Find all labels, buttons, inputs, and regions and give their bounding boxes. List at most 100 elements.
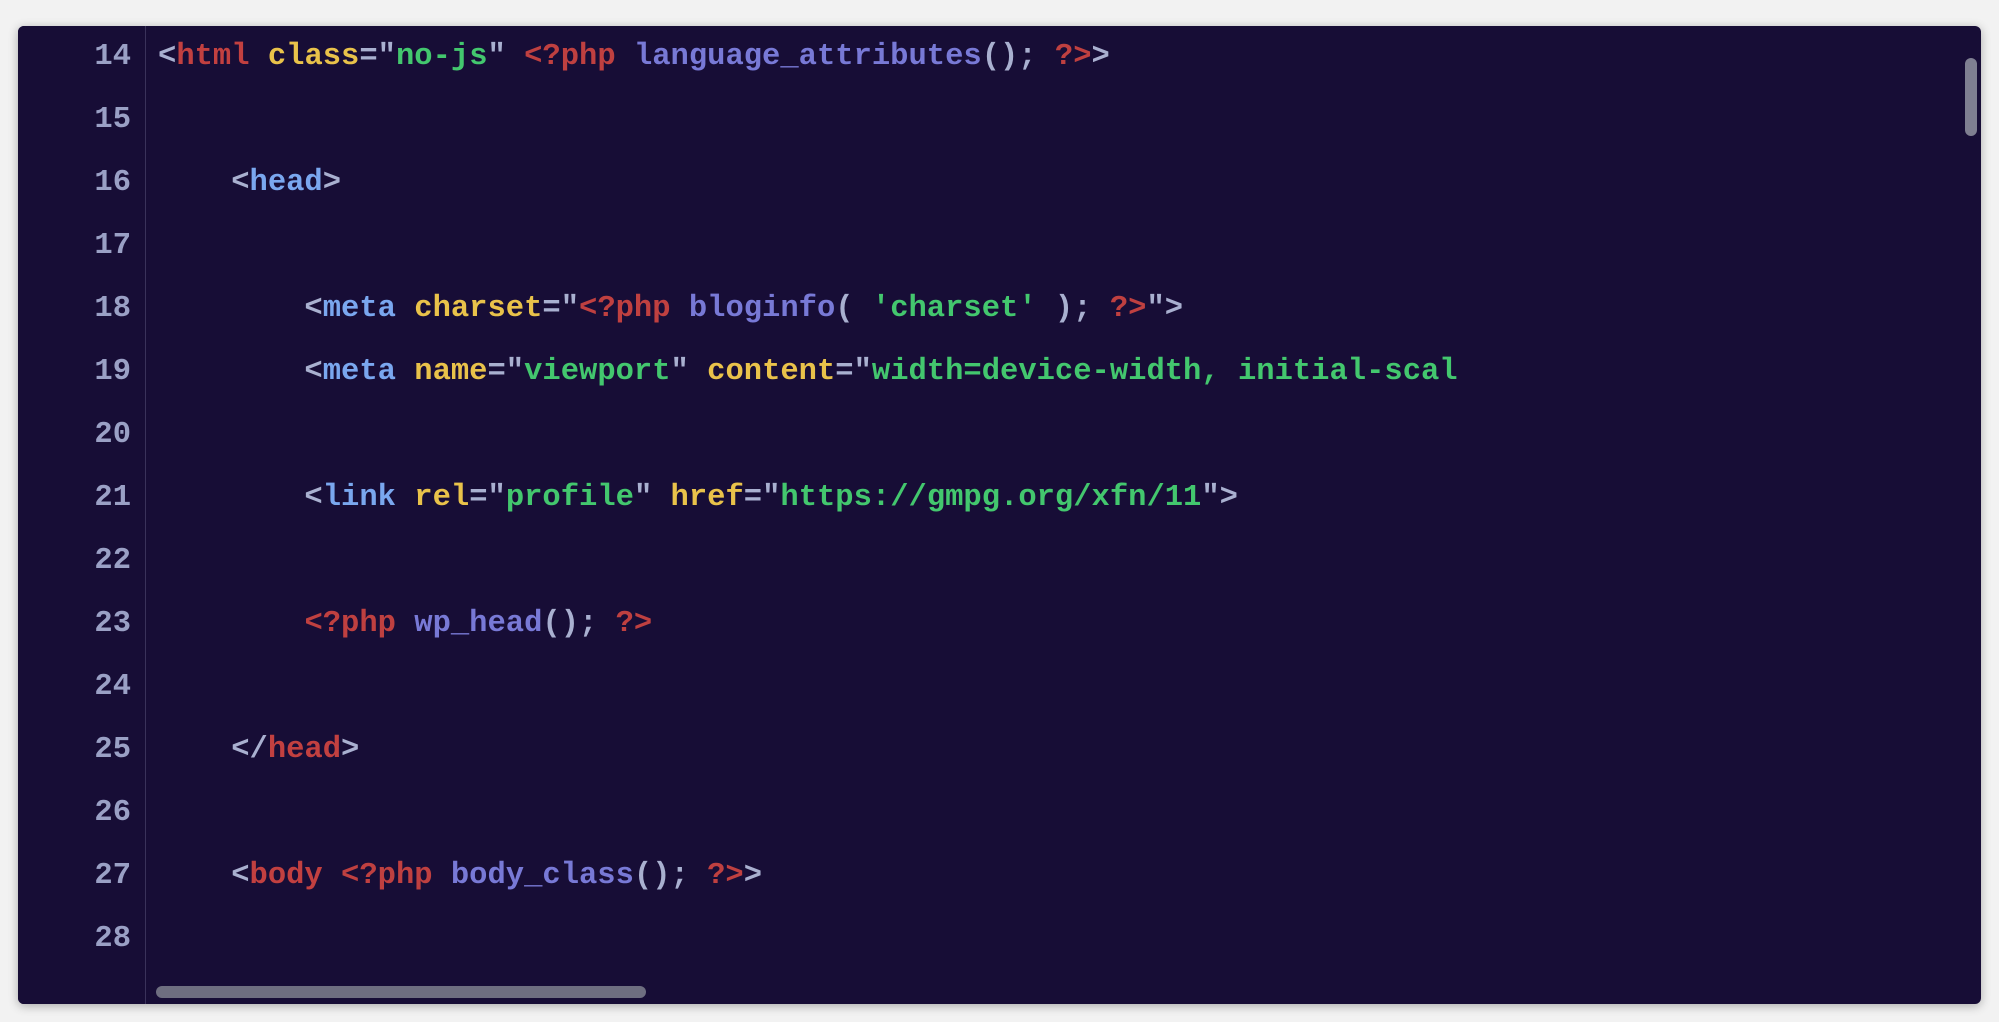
line-number: 20: [18, 404, 131, 467]
vertical-scrollbar[interactable]: [1963, 26, 1979, 1004]
line-number: 17: [18, 215, 131, 278]
token-attr: charset: [414, 292, 542, 326]
editor-frame: 141516171819202122232425262728 <html cla…: [18, 26, 1981, 1004]
line-number: 22: [18, 530, 131, 593]
token-punct: >: [341, 733, 359, 767]
code-line[interactable]: <meta name="viewport" content="width=dev…: [158, 341, 1981, 404]
code-editor[interactable]: 141516171819202122232425262728 <html cla…: [18, 26, 1981, 1004]
token-punct: <: [158, 166, 250, 200]
token-fn: wp_head: [414, 607, 542, 641]
line-number: 26: [18, 782, 131, 845]
code-line[interactable]: [158, 215, 1981, 278]
token-punct: =: [542, 292, 560, 326]
token-str: https://gmpg.org/xfn/11: [780, 481, 1201, 515]
token-php: ?>: [689, 859, 744, 893]
token-punct: <: [158, 859, 250, 893]
line-number: 24: [18, 656, 131, 719]
token-punct: ();: [542, 607, 597, 641]
token-php: <?php: [524, 40, 634, 74]
token-fn: language_attributes: [634, 40, 982, 74]
line-number: 16: [18, 152, 131, 215]
token-punct: ": [1146, 292, 1164, 326]
token-punct: =: [469, 481, 487, 515]
token-punct: =: [359, 40, 377, 74]
token-punct: >: [323, 166, 341, 200]
token-punct: ": [506, 355, 524, 389]
code-line[interactable]: [158, 656, 1981, 719]
token-punct: </: [158, 733, 268, 767]
token-punct: >: [1220, 481, 1238, 515]
line-number: 27: [18, 845, 131, 908]
token-punct: ": [1201, 481, 1219, 515]
token-punct: [323, 859, 341, 893]
line-number: 28: [18, 908, 131, 971]
token-attr: name: [414, 355, 487, 389]
line-number: 15: [18, 89, 131, 152]
code-line[interactable]: [158, 908, 1981, 971]
token-punct: <: [158, 292, 323, 326]
token-punct: ();: [634, 859, 689, 893]
line-number: 14: [18, 26, 131, 89]
token-str: 'charset': [872, 292, 1037, 326]
code-line[interactable]: <body <?php body_class(); ?>>: [158, 845, 1981, 908]
token-php: ?>: [1092, 292, 1147, 326]
token-fn: bloginfo: [689, 292, 835, 326]
vertical-scrollbar-thumb[interactable]: [1965, 58, 1977, 136]
token-punct: ": [488, 40, 525, 74]
line-number: 19: [18, 341, 131, 404]
token-punct: [396, 292, 414, 326]
token-punct: <: [158, 40, 176, 74]
token-punct: <: [158, 355, 323, 389]
token-str: no-js: [396, 40, 488, 74]
token-punct: [396, 355, 414, 389]
token-punct: >: [1092, 40, 1110, 74]
token-attr: rel: [414, 481, 469, 515]
token-punct: ": [671, 355, 708, 389]
line-number: 25: [18, 719, 131, 782]
token-punct: ": [561, 292, 579, 326]
token-punct: <: [158, 481, 323, 515]
token-fn: body_class: [451, 859, 634, 893]
code-line[interactable]: [158, 782, 1981, 845]
line-number: 18: [18, 278, 131, 341]
code-line[interactable]: <html class="no-js" <?php language_attri…: [158, 26, 1981, 89]
token-php: ?>: [1037, 40, 1092, 74]
token-punct: ": [634, 481, 671, 515]
token-punct: [158, 607, 304, 641]
token-punct: ();: [982, 40, 1037, 74]
token-punct: >: [744, 859, 762, 893]
token-php: <?php: [341, 859, 451, 893]
token-str: viewport: [524, 355, 670, 389]
line-number: 23: [18, 593, 131, 656]
code-line[interactable]: [158, 530, 1981, 593]
token-php: ?>: [597, 607, 652, 641]
token-punct: >: [1165, 292, 1183, 326]
horizontal-scrollbar[interactable]: [156, 986, 1961, 1000]
token-tag: html: [176, 40, 249, 74]
horizontal-scrollbar-thumb[interactable]: [156, 986, 646, 998]
code-line[interactable]: <head>: [158, 152, 1981, 215]
code-line[interactable]: [158, 89, 1981, 152]
token-punct: (: [835, 292, 872, 326]
token-punct: =: [744, 481, 762, 515]
line-number-gutter: 141516171819202122232425262728: [18, 26, 146, 1004]
code-line[interactable]: </head>: [158, 719, 1981, 782]
token-tagb: head: [250, 166, 323, 200]
token-tagb: meta: [323, 292, 396, 326]
token-punct: =: [835, 355, 853, 389]
code-area[interactable]: <html class="no-js" <?php language_attri…: [146, 26, 1981, 1004]
code-line[interactable]: <link rel="profile" href="https://gmpg.o…: [158, 467, 1981, 530]
code-line[interactable]: [158, 404, 1981, 467]
line-number: 21: [18, 467, 131, 530]
token-tag: head: [268, 733, 341, 767]
code-line[interactable]: <meta charset="<?php bloginfo( 'charset'…: [158, 278, 1981, 341]
token-punct: ": [378, 40, 396, 74]
token-attr: content: [707, 355, 835, 389]
token-punct: [396, 481, 414, 515]
token-punct: ": [488, 481, 506, 515]
token-php: <?php: [304, 607, 414, 641]
token-php: <?php: [579, 292, 689, 326]
token-punct: ": [854, 355, 872, 389]
token-tag: body: [250, 859, 323, 893]
code-line[interactable]: <?php wp_head(); ?>: [158, 593, 1981, 656]
